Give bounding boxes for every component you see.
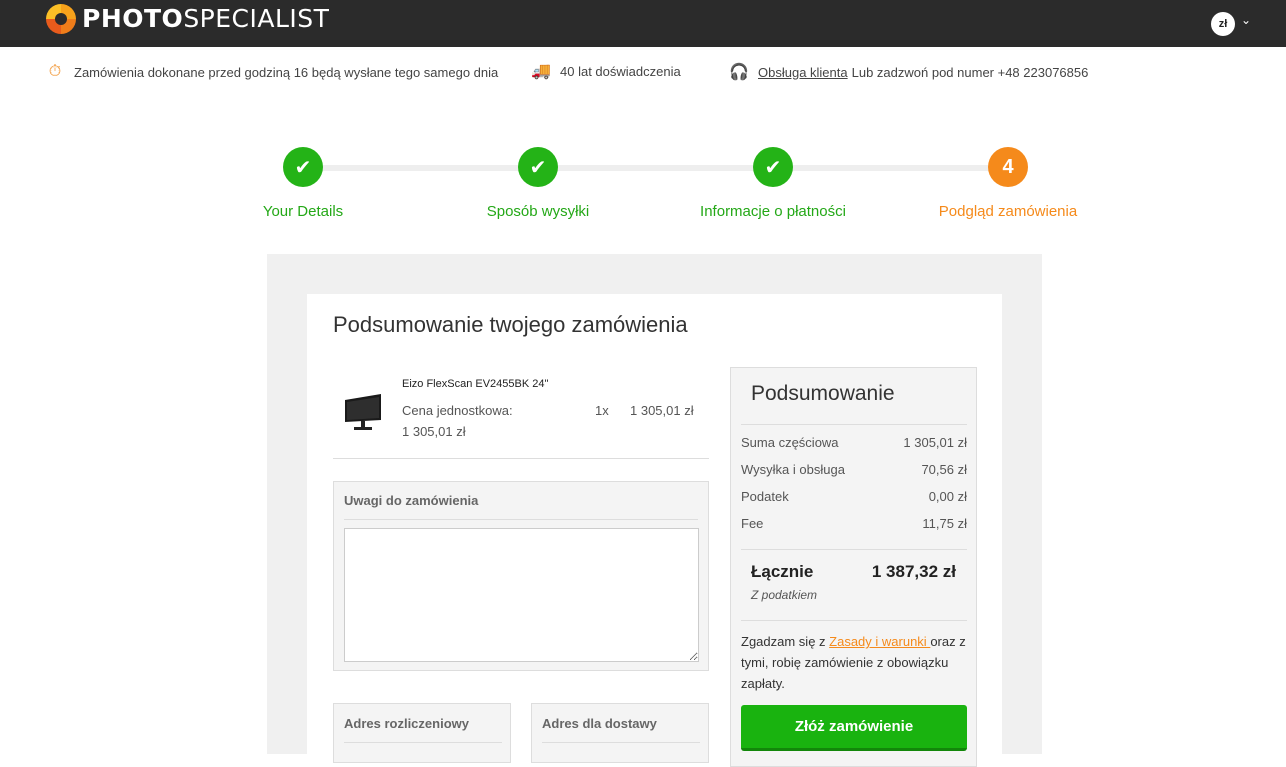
summary-row-value: 70,56 zł: [921, 462, 967, 477]
logo[interactable]: PHOTOSPECIALIST: [46, 4, 329, 34]
product-line-total: 1 305,01 zł: [630, 403, 694, 418]
order-notes-textarea[interactable]: [344, 528, 699, 662]
summary-row-value: 1 305,01 zł: [903, 435, 967, 450]
unit-price-label: Cena jednostkowa:: [402, 403, 513, 418]
step-label: Sposób wysyłki: [486, 203, 590, 220]
summary-title: Podsumowanie: [751, 382, 895, 405]
usp-support-text: Lub zadzwoń pod numer +48 223076856: [851, 64, 1089, 80]
summary-row-label: Wysyłka i obsługa: [741, 462, 845, 477]
logo-text-bold: PHOTO: [82, 4, 184, 33]
check-icon: ✔: [283, 147, 323, 187]
product-unit-price: Cena jednostkowa: 1 305,01 zł: [402, 400, 542, 442]
summary-row-label: Fee: [741, 516, 764, 531]
divider: [344, 519, 698, 520]
usp-support: 🎧 Obsługa klienta Lub zadzwoń pod numer …: [728, 62, 1088, 82]
divider: [542, 742, 700, 743]
monitor-product-image: [345, 394, 381, 430]
usp-experience: 🚚 40 lat doświadczenia: [530, 61, 681, 81]
unit-price-value: 1 305,01 zł: [402, 424, 466, 439]
billing-address-title: Adres rozliczeniowy: [344, 716, 469, 731]
billing-address-box: Adres rozliczeniowy: [333, 703, 511, 763]
divider: [741, 549, 967, 550]
logo-mark-icon: [46, 4, 76, 34]
divider: [741, 620, 967, 621]
shipping-address-title: Adres dla dostawy: [542, 716, 657, 731]
product-name[interactable]: Eizo FlexScan EV2455BK 24": [402, 378, 548, 390]
usp-shipping: ⏱ Zamówienia dokonane przed godziną 16 b…: [44, 62, 498, 82]
logo-text-regular: SPECIALIST: [183, 4, 330, 33]
stopwatch-icon: ⏱: [48, 63, 62, 80]
usp-experience-text: 40 lat doświadczenia: [560, 63, 681, 79]
total-value: 1 387,32 zł: [871, 562, 956, 581]
step-your-details[interactable]: ✔ Your Details: [193, 147, 413, 220]
top-bar: PHOTOSPECIALIST zł ⌄: [0, 0, 1286, 47]
terms-text: Zgadzam się z Zasady i warunki oraz z ty…: [741, 631, 967, 694]
step-label: Podgląd zamówienia: [938, 203, 1078, 220]
summary-row-value: 11,75 zł: [922, 516, 967, 531]
summary-row-fee: Fee 11,75 zł: [741, 516, 967, 531]
total-label: Łącznie: [751, 562, 814, 581]
terms-prefix: Zgadzam się z: [741, 634, 830, 649]
summary-row-tax: Podatek 0,00 zł: [741, 489, 967, 504]
step-label: Your Details: [262, 203, 344, 220]
summary-row-value: 0,00 zł: [928, 489, 967, 504]
summary-row-label: Suma częściowa: [741, 435, 839, 450]
order-notes-box: Uwagi do zamówienia: [333, 481, 709, 671]
divider: [333, 458, 709, 459]
step-order-review: 4 Podgląd zamówienia: [898, 147, 1118, 220]
check-icon: ✔: [518, 147, 558, 187]
check-icon: ✔: [753, 147, 793, 187]
summary-row-subtotal: Suma częściowa 1 305,01 zł: [741, 435, 967, 450]
chevron-down-icon[interactable]: ⌄: [1241, 13, 1251, 27]
step-label: Informacje o płatności: [700, 203, 846, 220]
total-tax-note: Z podatkiem: [751, 588, 818, 602]
place-order-button[interactable]: Złóż zamówienie: [741, 705, 967, 751]
step-number: 4: [988, 147, 1028, 187]
headset-icon: 🎧: [729, 64, 749, 81]
truck-icon: 🚚: [531, 63, 551, 80]
terms-link[interactable]: Zasady i warunki: [829, 634, 930, 649]
support-link[interactable]: Obsługa klienta: [758, 65, 848, 80]
summary-row-shipping: Wysyłka i obsługa 70,56 zł: [741, 462, 967, 477]
shipping-address-box: Adres dla dostawy: [531, 703, 709, 763]
divider: [741, 424, 967, 425]
step-payment-info[interactable]: ✔ Informacje o płatności: [663, 147, 883, 220]
usp-shipping-text: Zamówienia dokonane przed godziną 16 będ…: [74, 64, 499, 80]
summary-box: Podsumowanie Suma częściowa 1 305,01 zł …: [730, 367, 977, 767]
page-title: Podsumowanie twojego zamówienia: [333, 312, 688, 337]
divider: [344, 742, 502, 743]
summary-row-label: Podatek: [741, 489, 789, 504]
currency-selector[interactable]: zł: [1211, 12, 1235, 36]
product-quantity: 1x: [595, 403, 609, 418]
step-shipping-method[interactable]: ✔ Sposób wysyłki: [428, 147, 648, 220]
order-notes-title: Uwagi do zamówienia: [344, 493, 479, 508]
logo-text: PHOTOSPECIALIST: [82, 4, 329, 34]
